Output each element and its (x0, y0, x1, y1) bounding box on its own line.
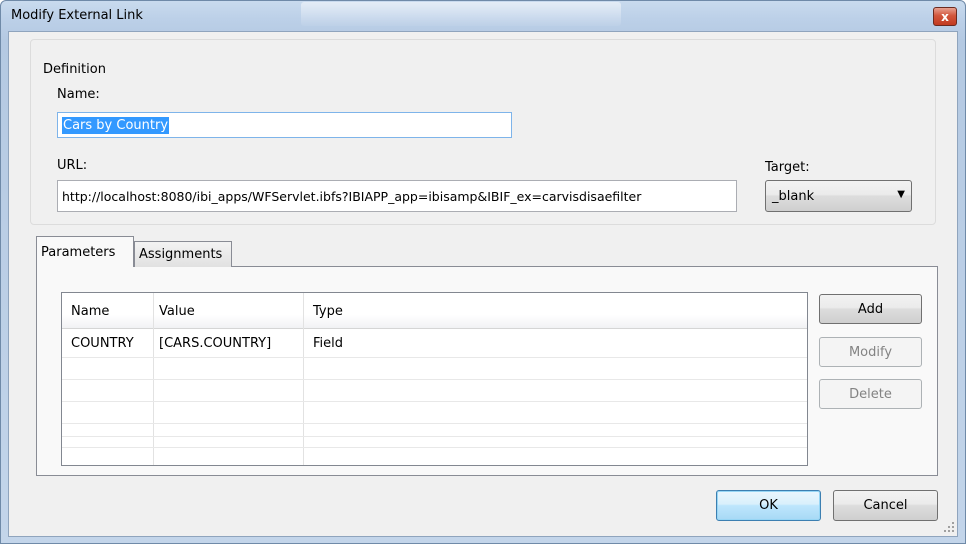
column-header-name[interactable]: Name (71, 304, 109, 319)
cell-value: [CARS.COUNTRY] (159, 336, 272, 351)
target-label: Target: (765, 160, 810, 175)
modify-button[interactable]: Modify (819, 337, 922, 367)
tab-parameters[interactable]: Parameters (36, 236, 134, 267)
row-divider (62, 423, 807, 424)
target-select-value: _blank (772, 189, 815, 204)
resize-grip-icon[interactable] (944, 522, 956, 534)
add-button[interactable]: Add (819, 294, 922, 324)
row-divider (62, 436, 807, 437)
row-divider (62, 357, 807, 358)
parameters-grid[interactable]: Name Value Type COUNTRY [CARS.COUNTRY] F… (61, 292, 808, 466)
tab-parameters-label: Parameters (41, 244, 116, 260)
definition-legend: Definition (40, 62, 109, 77)
window-title: Modify External Link (11, 8, 143, 23)
grid-header-divider (62, 328, 807, 329)
ok-button[interactable]: OK (716, 490, 821, 521)
url-label: URL: (57, 158, 88, 173)
chevron-down-icon: ▼ (897, 189, 905, 200)
target-select[interactable]: _blank ▼ (765, 180, 912, 212)
cell-name: COUNTRY (71, 336, 134, 351)
tab-assignments-label: Assignments (139, 247, 223, 262)
cell-type: Field (313, 336, 344, 351)
name-input[interactable]: Cars by Country (57, 112, 512, 138)
cancel-button[interactable]: Cancel (833, 490, 938, 521)
row-divider (62, 379, 807, 380)
column-header-type[interactable]: Type (313, 304, 343, 319)
column-header-value[interactable]: Value (159, 304, 195, 319)
url-input[interactable]: http://localhost:8080/ibi_apps/WFServlet… (57, 180, 737, 212)
row-divider (62, 447, 807, 448)
grid-header: Name Value Type (62, 293, 807, 329)
close-button[interactable]: x (933, 7, 957, 26)
row-divider (62, 401, 807, 402)
titlebar-highlight (301, 2, 621, 26)
name-input-value: Cars by Country (62, 116, 170, 134)
tab-assignments[interactable]: Assignments (134, 241, 232, 267)
name-label: Name: (57, 87, 100, 102)
url-input-value: http://localhost:8080/ibi_apps/WFServlet… (62, 188, 642, 204)
delete-button[interactable]: Delete (819, 379, 922, 409)
close-icon: x (941, 9, 949, 24)
